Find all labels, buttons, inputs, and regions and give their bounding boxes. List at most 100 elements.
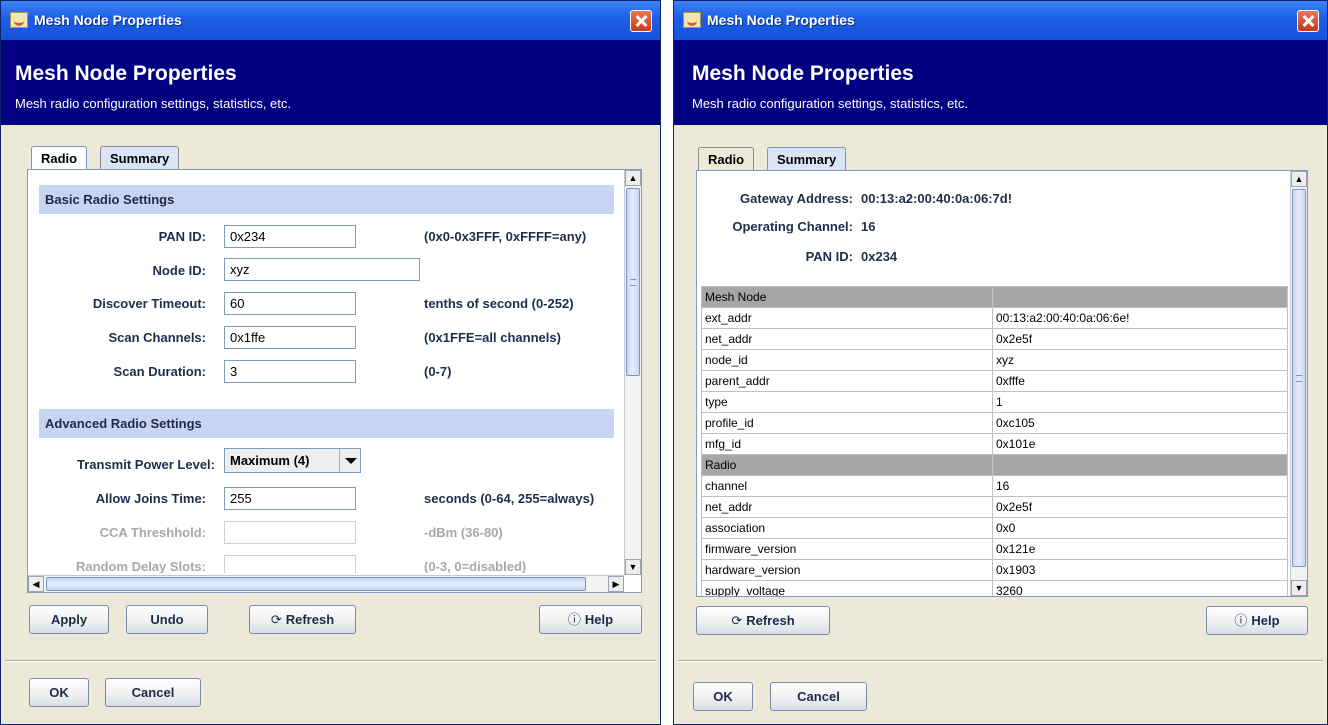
property-name-cell[interactable]: association: [701, 517, 993, 539]
banner-subtitle: Mesh radio configuration settings, stati…: [692, 96, 969, 111]
property-name-cell[interactable]: mfg_id: [701, 433, 993, 455]
title-bar[interactable]: Mesh Node Properties: [674, 1, 1327, 40]
help-button[interactable]: ⓘ Help: [539, 605, 642, 634]
property-name-cell[interactable]: parent_addr: [701, 370, 993, 392]
pan-id-label: PAN ID:: [158, 229, 206, 244]
table-row[interactable]: type 1: [701, 391, 1288, 413]
chevron-down-icon[interactable]: [339, 449, 360, 472]
gateway-address-label: Gateway Address:: [740, 191, 853, 206]
table-row[interactable]: ext_addr 00:13:a2:00:40:0a:06:6e!: [701, 307, 1288, 329]
table-row[interactable]: channel 16: [701, 475, 1288, 497]
apply-button[interactable]: Apply: [29, 605, 109, 634]
property-name-cell[interactable]: profile_id: [701, 412, 993, 434]
property-value-cell[interactable]: 1: [992, 391, 1288, 413]
scroll-down-icon[interactable]: ▼: [625, 559, 641, 575]
ok-button[interactable]: OK: [29, 678, 89, 707]
table-row[interactable]: node_id xyz: [701, 349, 1288, 371]
close-icon[interactable]: [630, 10, 652, 32]
random-delay-hint: (0-3, 0=disabled): [424, 559, 527, 573]
property-name-cell[interactable]: firmware_version: [701, 538, 993, 560]
property-name-cell[interactable]: net_addr: [701, 328, 993, 350]
property-value-cell[interactable]: [992, 286, 1288, 308]
transmit-power-select[interactable]: Maximum (4): [224, 448, 361, 473]
scroll-right-icon[interactable]: ▶: [608, 576, 624, 592]
table-row[interactable]: supply_voltage 3260: [701, 580, 1288, 596]
refresh-button[interactable]: ⟳ Refresh: [249, 605, 356, 634]
property-value-cell[interactable]: 0x101e: [992, 433, 1288, 455]
discover-timeout-input[interactable]: 60: [224, 292, 356, 315]
property-name-cell[interactable]: type: [701, 391, 993, 413]
property-value-cell[interactable]: xyz: [992, 349, 1288, 371]
cancel-button[interactable]: Cancel: [105, 678, 201, 707]
allow-joins-label: Allow Joins Time:: [95, 491, 206, 506]
cca-threshold-input[interactable]: [224, 521, 356, 544]
table-group-row[interactable]: Mesh Node: [701, 286, 1288, 308]
scan-channels-input[interactable]: 0x1ffe: [224, 326, 356, 349]
property-name-cell[interactable]: supply_voltage: [701, 580, 993, 596]
property-value-cell[interactable]: 0x2e5f: [992, 496, 1288, 518]
close-icon[interactable]: [1297, 10, 1319, 32]
tab-summary[interactable]: Summary: [100, 146, 180, 169]
property-name-cell[interactable]: ext_addr: [701, 307, 993, 329]
help-label: Help: [1251, 613, 1280, 628]
table-row[interactable]: net_addr 0x2e5f: [701, 496, 1288, 518]
property-name-cell[interactable]: channel: [701, 475, 993, 497]
undo-button[interactable]: Undo: [126, 605, 208, 634]
scroll-up-icon[interactable]: ▲: [1291, 171, 1307, 187]
property-value-cell[interactable]: 0x2e5f: [992, 328, 1288, 350]
property-name-cell[interactable]: net_addr: [701, 496, 993, 518]
tab-summary[interactable]: Summary: [767, 147, 847, 170]
properties-table-viewport: Mesh Node ext_addr 00:13:a2:00:40:0a:06:6e…: [701, 286, 1288, 596]
pan-id-input[interactable]: 0x234: [224, 225, 356, 248]
discover-timeout-label: Discover Timeout:: [92, 296, 206, 311]
property-value-cell[interactable]: 0xfffe: [992, 370, 1288, 392]
property-value-cell[interactable]: 0xc105: [992, 412, 1288, 434]
property-name-cell[interactable]: hardware_version: [701, 559, 993, 581]
property-name-cell[interactable]: Mesh Node: [701, 286, 993, 308]
table-row[interactable]: firmware_version 0x121e: [701, 538, 1288, 560]
scroll-down-icon[interactable]: ▼: [1291, 580, 1307, 596]
table-row[interactable]: profile_id 0xc105: [701, 412, 1288, 434]
property-value-cell[interactable]: 00:13:a2:00:40:0a:06:6e!: [992, 307, 1288, 329]
property-value-cell[interactable]: 0x1903: [992, 559, 1288, 581]
help-label: Help: [584, 612, 614, 627]
property-value-cell[interactable]: 16: [992, 475, 1288, 497]
title-bar[interactable]: Mesh Node Properties: [1, 1, 660, 40]
scroll-up-icon[interactable]: ▲: [625, 170, 641, 186]
property-value-cell[interactable]: 0x121e: [992, 538, 1288, 560]
horizontal-scrollbar[interactable]: ◀ ▶: [28, 575, 624, 592]
property-name-cell[interactable]: node_id: [701, 349, 993, 371]
scroll-thumb[interactable]: [626, 188, 640, 376]
horizontal-scroll-thumb[interactable]: [46, 577, 586, 591]
table-row[interactable]: parent_addr 0xfffe: [701, 370, 1288, 392]
node-id-input[interactable]: xyz: [224, 258, 420, 281]
table-row[interactable]: mfg_id 0x101e: [701, 433, 1288, 455]
property-value-cell[interactable]: 0x0: [992, 517, 1288, 539]
refresh-button[interactable]: ⟳ Refresh: [696, 606, 830, 635]
header-banner: Mesh Node Properties Mesh radio configur…: [674, 40, 1327, 125]
table-group-row[interactable]: Radio: [701, 454, 1288, 476]
property-value-cell[interactable]: 3260: [992, 580, 1288, 596]
cancel-button[interactable]: Cancel: [770, 682, 867, 711]
clipped-row: Random Delay Slots: (0-3, 0=disabled): [28, 552, 624, 573]
help-button[interactable]: ⓘ Help: [1206, 606, 1308, 635]
table-row[interactable]: hardware_version 0x1903: [701, 559, 1288, 581]
table-row[interactable]: association 0x0: [701, 517, 1288, 539]
vertical-scrollbar[interactable]: ▲ ▼: [624, 170, 641, 575]
transmit-power-label: Transmit Power Level:: [77, 457, 215, 472]
property-name-cell[interactable]: Radio: [701, 454, 993, 476]
scroll-thumb[interactable]: [1292, 189, 1306, 567]
scan-duration-input[interactable]: 3: [224, 360, 356, 383]
ok-button[interactable]: OK: [693, 682, 753, 711]
scroll-left-icon[interactable]: ◀: [28, 576, 44, 592]
random-delay-label: Random Delay Slots:: [75, 559, 206, 573]
tab-radio[interactable]: Radio: [31, 146, 88, 169]
banner-title: Mesh Node Properties: [692, 62, 914, 85]
advanced-radio-settings-header: Advanced Radio Settings: [39, 409, 614, 438]
vertical-scrollbar[interactable]: ▲ ▼: [1290, 171, 1307, 596]
table-row[interactable]: net_addr 0x2e5f: [701, 328, 1288, 350]
tab-radio[interactable]: Radio: [698, 147, 755, 170]
property-value-cell[interactable]: [992, 454, 1288, 476]
random-delay-input[interactable]: [224, 555, 356, 573]
allow-joins-input[interactable]: 255: [224, 487, 356, 510]
